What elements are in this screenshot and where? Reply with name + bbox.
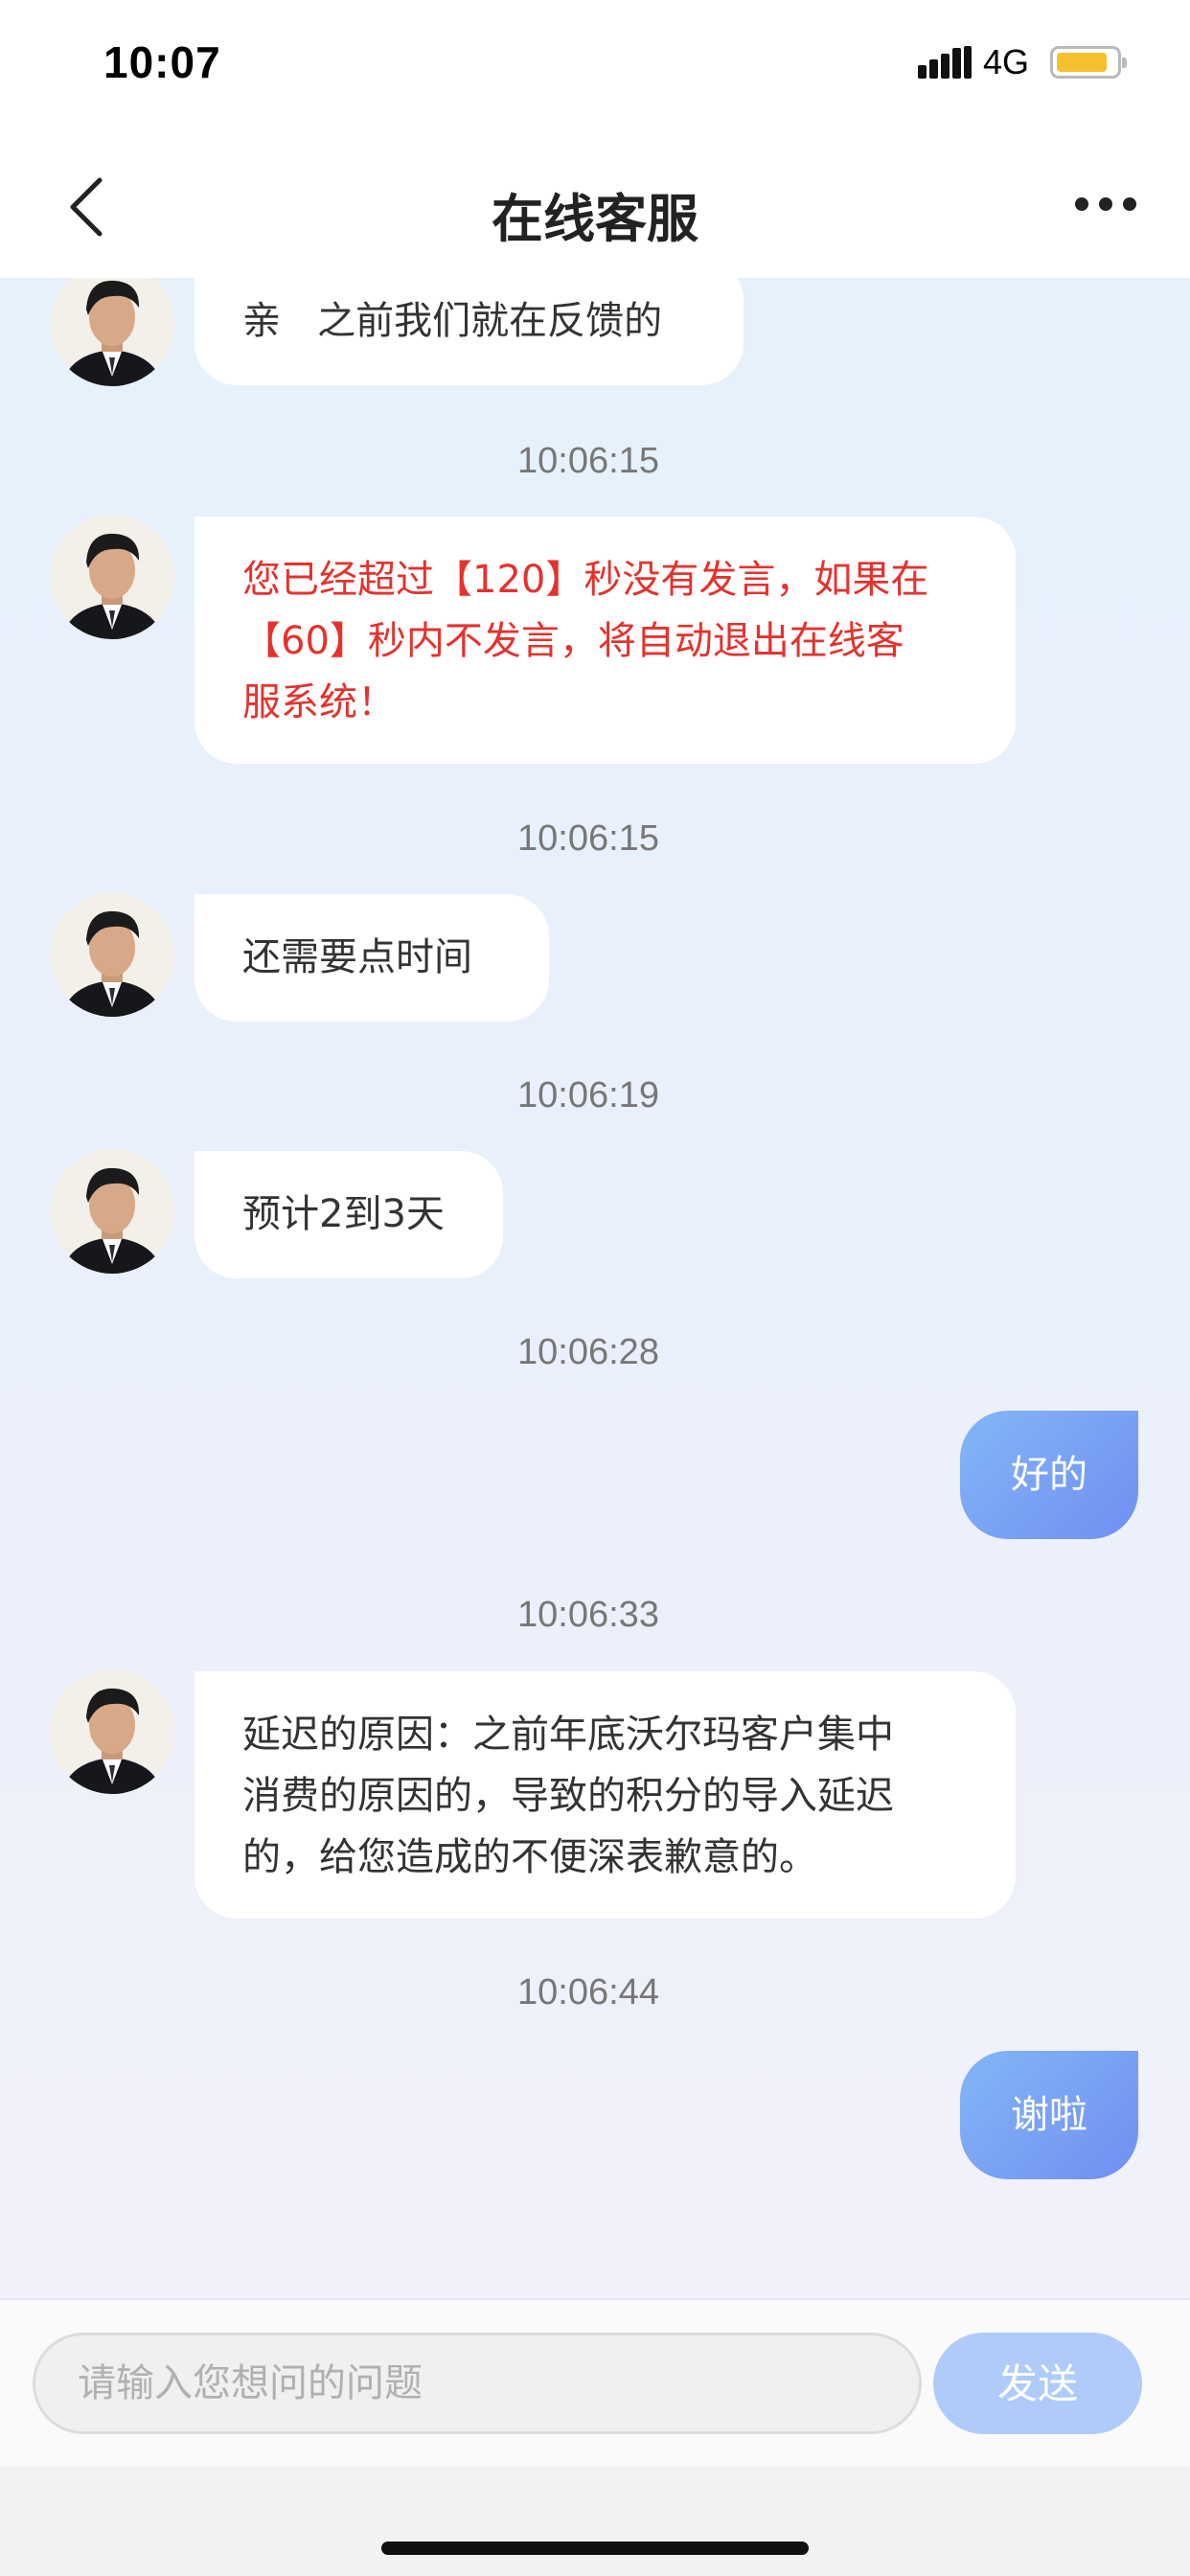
status-bar: 10:07 4G [0, 0, 1190, 134]
message-timestamp: 10:06:15 [517, 818, 659, 859]
message-line: 延迟的原因：之前年底沃尔玛客户集中 [242, 1713, 894, 1757]
message-input[interactable] [35, 2335, 919, 2431]
message-line: 服系统！ [242, 680, 396, 724]
message-timestamp: 10:06:19 [517, 1075, 659, 1116]
message-timestamp: 10:06:28 [517, 1332, 659, 1372]
agent-avatar[interactable] [50, 278, 174, 386]
agent-avatar[interactable] [50, 892, 174, 1017]
home-indicator[interactable] [381, 2542, 809, 2555]
message-text: 亲 之前我们就在反馈的 [242, 299, 663, 343]
nav-bar: 在线客服 [0, 134, 1190, 278]
message-timestamp: 10:06:44 [517, 1972, 659, 2012]
message-input-wrapper [33, 2333, 922, 2434]
network-type: 4G [983, 42, 1030, 81]
agent-avatar[interactable] [50, 1669, 174, 1794]
status-time: 10:07 [103, 37, 221, 87]
message-text: 好的 [1011, 1453, 1087, 1497]
agent-avatar[interactable] [50, 1149, 174, 1274]
page-title: 在线客服 [492, 189, 698, 249]
input-bar: 发送 [0, 2298, 1190, 2469]
send-button[interactable]: 发送 [933, 2333, 1142, 2434]
agent-message: 预计2到3天 [195, 1151, 503, 1278]
agent-message: 延迟的原因：之前年底沃尔玛客户集中 消费的原因的，导致的积分的导入延迟 的，给您… [195, 1671, 1016, 1919]
message-line: 【60】秒内不发言，将自动退出在线客 [242, 619, 904, 663]
user-message: 谢啦 [960, 2051, 1138, 2179]
home-indicator-area [0, 2467, 1190, 2576]
message-timestamp: 10:06:15 [517, 441, 659, 481]
message-line: 消费的原因的，导致的积分的导入延迟 [242, 1774, 894, 1818]
more-icon[interactable] [1073, 196, 1140, 215]
signal-icon [918, 46, 973, 79]
agent-message: 亲 之前我们就在反馈的 [195, 278, 744, 385]
agent-message: 还需要点时间 [195, 894, 549, 1022]
agent-avatar[interactable] [50, 515, 174, 639]
message-line: 您已经超过【120】秒没有发言，如果在 [242, 558, 929, 602]
message-line: 的，给您造成的不便深表歉意的。 [242, 1835, 817, 1879]
message-text: 还需要点时间 [242, 935, 472, 979]
chat-area[interactable]: 亲 之前我们就在反馈的 10:06:15 您已经超过【120】秒没有发言，如果在… [0, 278, 1190, 2298]
message-text: 谢啦 [1011, 2093, 1087, 2137]
message-timestamp: 10:06:33 [517, 1595, 659, 1635]
message-text: 预计2到3天 [242, 1192, 445, 1236]
user-message: 好的 [960, 1411, 1138, 1539]
system-warning-message: 您已经超过【120】秒没有发言，如果在 【60】秒内不发言，将自动退出在线客 服… [195, 517, 1016, 764]
battery-icon [1050, 46, 1127, 79]
